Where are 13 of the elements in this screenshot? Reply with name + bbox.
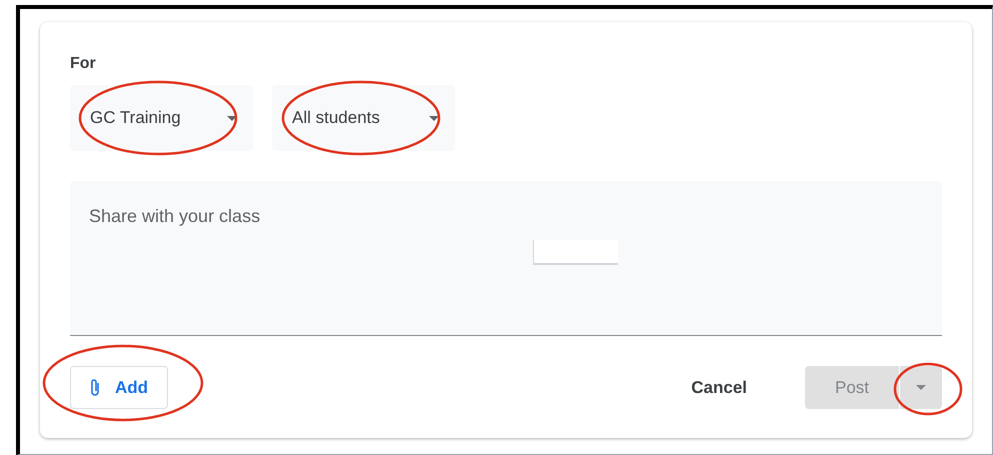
caret-icon <box>429 116 439 120</box>
post-options-button[interactable] <box>899 366 942 409</box>
paperclip-icon <box>89 378 101 398</box>
cancel-button[interactable]: Cancel <box>681 366 757 409</box>
dropdown[interactable]: All students <box>272 85 455 151</box>
caret-icon <box>916 385 926 390</box>
dropdown[interactable]: GC Training <box>70 85 253 151</box>
add-button[interactable]: Add <box>70 366 168 409</box>
input-field[interactable] <box>533 240 618 265</box>
field-label: For <box>70 54 97 74</box>
annotation-ellipse <box>894 362 962 416</box>
message-field[interactable]: Share with your class <box>70 181 942 336</box>
caret-icon <box>227 116 237 120</box>
